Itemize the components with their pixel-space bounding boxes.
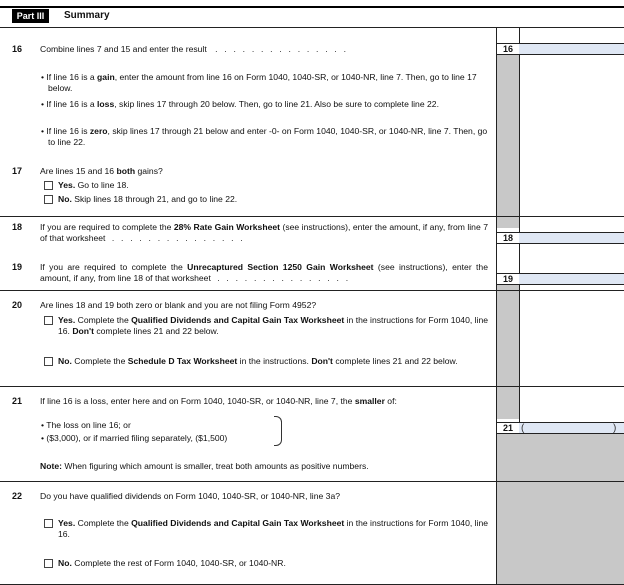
gray-column-a (497, 55, 519, 228)
part-label: Part III (12, 9, 49, 23)
rule-line-21 (0, 386, 624, 387)
line-19-text: If you are required to complete the Unre… (40, 262, 488, 283)
line-21-text: If line 16 is a loss, enter here and on … (40, 396, 397, 406)
line-19-box-label: 19 (497, 273, 519, 285)
line-20-number: 20 (12, 300, 23, 310)
line-16-number: 16 (12, 44, 23, 54)
line-18-amount-field[interactable] (519, 232, 624, 244)
top-rule (0, 6, 624, 8)
leader-dots: . . . . . . . . . . . . . . . (215, 44, 349, 54)
header-rule (0, 27, 624, 28)
line-17-yes-option: Yes. Go to line 18. (44, 180, 490, 191)
column-divider-right (519, 27, 520, 434)
line-17-number: 17 (12, 166, 23, 176)
line-16-bullet-gain: • If line 16 is a gain, enter the amount… (41, 72, 477, 93)
line-20-yes-option: Yes. Complete the Qualified Dividends an… (44, 315, 490, 337)
line-16-text: Combine lines 7 and 15 and enter the res… (40, 44, 490, 55)
line-18-number: 18 (12, 222, 23, 232)
line-21-note: Note: When figuring which amount is smal… (40, 461, 369, 471)
line-20-yes-checkbox[interactable] (44, 316, 53, 325)
line-21-bullet-a: • The loss on line 16; or (41, 420, 131, 430)
line-21-paren-open: ( (521, 423, 525, 434)
line-16-amount-field[interactable] (519, 43, 624, 55)
line-21-paren-close: ) (613, 423, 617, 434)
line-17-no-checkbox[interactable] (44, 195, 53, 204)
line-20-question: Are lines 18 and 19 both zero or blank a… (40, 300, 317, 310)
line-19-amount-field[interactable] (519, 273, 624, 285)
line-19-number: 19 (12, 262, 23, 272)
line-20-no-checkbox[interactable] (44, 357, 53, 366)
column-divider-left (496, 27, 497, 585)
line-22-number: 22 (12, 491, 23, 501)
line-22-yes-checkbox[interactable] (44, 519, 53, 528)
line-21-box-label: 21 (497, 422, 519, 434)
rule-line-20 (0, 290, 624, 291)
rule-line-18 (0, 216, 624, 217)
line-21-number: 21 (12, 396, 23, 406)
line-17-yes-checkbox[interactable] (44, 181, 53, 190)
line-16-bullet-zero: • If line 16 is zero, skip lines 17 thro… (41, 126, 488, 147)
line-22-question: Do you have qualified dividends on Form … (40, 491, 341, 501)
line-20-no-option: No. Complete the Schedule D Tax Workshee… (44, 356, 490, 367)
line-16-box-label: 16 (497, 43, 519, 55)
line-22-no-checkbox[interactable] (44, 559, 53, 568)
part-title: Summary (64, 10, 110, 21)
line-16-label: Combine lines 7 and 15 and enter the res… (40, 44, 207, 54)
line-21-amount-field[interactable] (519, 422, 624, 434)
gray-block-bottom (497, 434, 624, 585)
gray-column-b (497, 285, 519, 419)
line-22-no-option: No. Complete the rest of Form 1040, 1040… (44, 558, 490, 569)
line-21-bullet-b: • ($3,000), or if married filing separat… (41, 433, 228, 443)
rule-line-22 (0, 481, 624, 482)
line-17-question: Are lines 15 and 16 both gains? (40, 166, 163, 176)
line-17-no-option: No. Skip lines 18 through 21, and go to … (44, 194, 490, 205)
line-18-box-label: 18 (497, 232, 519, 244)
line-22-yes-option: Yes. Complete the Qualified Dividends an… (44, 518, 490, 540)
right-brace (274, 416, 282, 446)
line-18-text: If you are required to complete the 28% … (40, 222, 488, 243)
line-16-bullet-loss: • If line 16 is a loss, skip lines 17 th… (41, 99, 439, 109)
